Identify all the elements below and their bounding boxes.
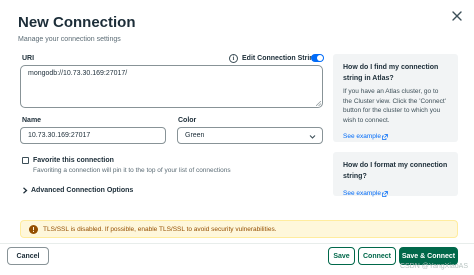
- edit-connection-string-toggle[interactable]: [311, 54, 324, 62]
- info-icon[interactable]: i: [229, 54, 238, 63]
- help-card-atlas: How do I find my connection string in At…: [333, 54, 458, 142]
- favorite-checkbox[interactable]: [22, 157, 29, 164]
- favorite-description: Favoriting a connection will pin it to t…: [33, 167, 231, 174]
- chevron-down-icon: [309, 135, 316, 139]
- dialog-title: New Connection: [18, 14, 136, 31]
- close-button[interactable]: [450, 9, 464, 23]
- warning-icon: [29, 224, 38, 234]
- uri-input[interactable]: mongodb://10.73.30.169:27017/: [20, 65, 323, 108]
- color-select[interactable]: Green: [177, 127, 323, 144]
- see-example-link-text: See example: [343, 133, 381, 140]
- help-card-body: If you have an Atlas cluster, go to the …: [343, 88, 446, 124]
- edit-connection-string-label: Edit Connection String: [242, 55, 318, 62]
- new-connection-dialog: New Connection Manage your connection se…: [0, 0, 474, 275]
- uri-label: URI: [22, 55, 35, 62]
- favorite-label: Favorite this connection: [33, 157, 114, 164]
- name-label: Name: [22, 117, 42, 124]
- cancel-button[interactable]: Cancel: [7, 247, 49, 265]
- advanced-options-toggle[interactable]: Advanced Connection Options: [22, 187, 133, 194]
- color-label: Color: [178, 117, 197, 124]
- advanced-options-label: Advanced Connection Options: [31, 187, 134, 194]
- see-example-link[interactable]: See example: [343, 133, 388, 140]
- save-button[interactable]: Save: [328, 247, 355, 265]
- help-card-format: How do I format my connection string? Se…: [333, 152, 458, 197]
- close-icon: [452, 11, 462, 21]
- help-card-title: How do I format my connection string?: [343, 162, 448, 180]
- tls-warning-banner: TLS/SSL is disabled. If possible, enable…: [20, 220, 458, 238]
- color-select-value: Green: [185, 132, 205, 139]
- external-link-icon: [382, 133, 388, 140]
- footer-divider: [0, 243, 474, 244]
- see-example-link[interactable]: See example: [343, 190, 388, 197]
- toggle-knob: [317, 55, 323, 61]
- watermark: CSDN @YangXiaoAS: [399, 263, 468, 270]
- name-input[interactable]: [20, 127, 166, 144]
- banner-text: TLS/SSL is disabled. If possible, enable…: [43, 225, 277, 233]
- resize-handle-icon[interactable]: [316, 101, 321, 106]
- external-link-icon: [382, 190, 388, 197]
- connect-button[interactable]: Connect: [358, 247, 396, 265]
- help-card-title: How do I find my connection string in At…: [343, 64, 439, 82]
- chevron-right-icon: [23, 187, 28, 194]
- see-example-link-text: See example: [343, 190, 381, 197]
- dialog-subtitle: Manage your connection settings: [18, 36, 121, 43]
